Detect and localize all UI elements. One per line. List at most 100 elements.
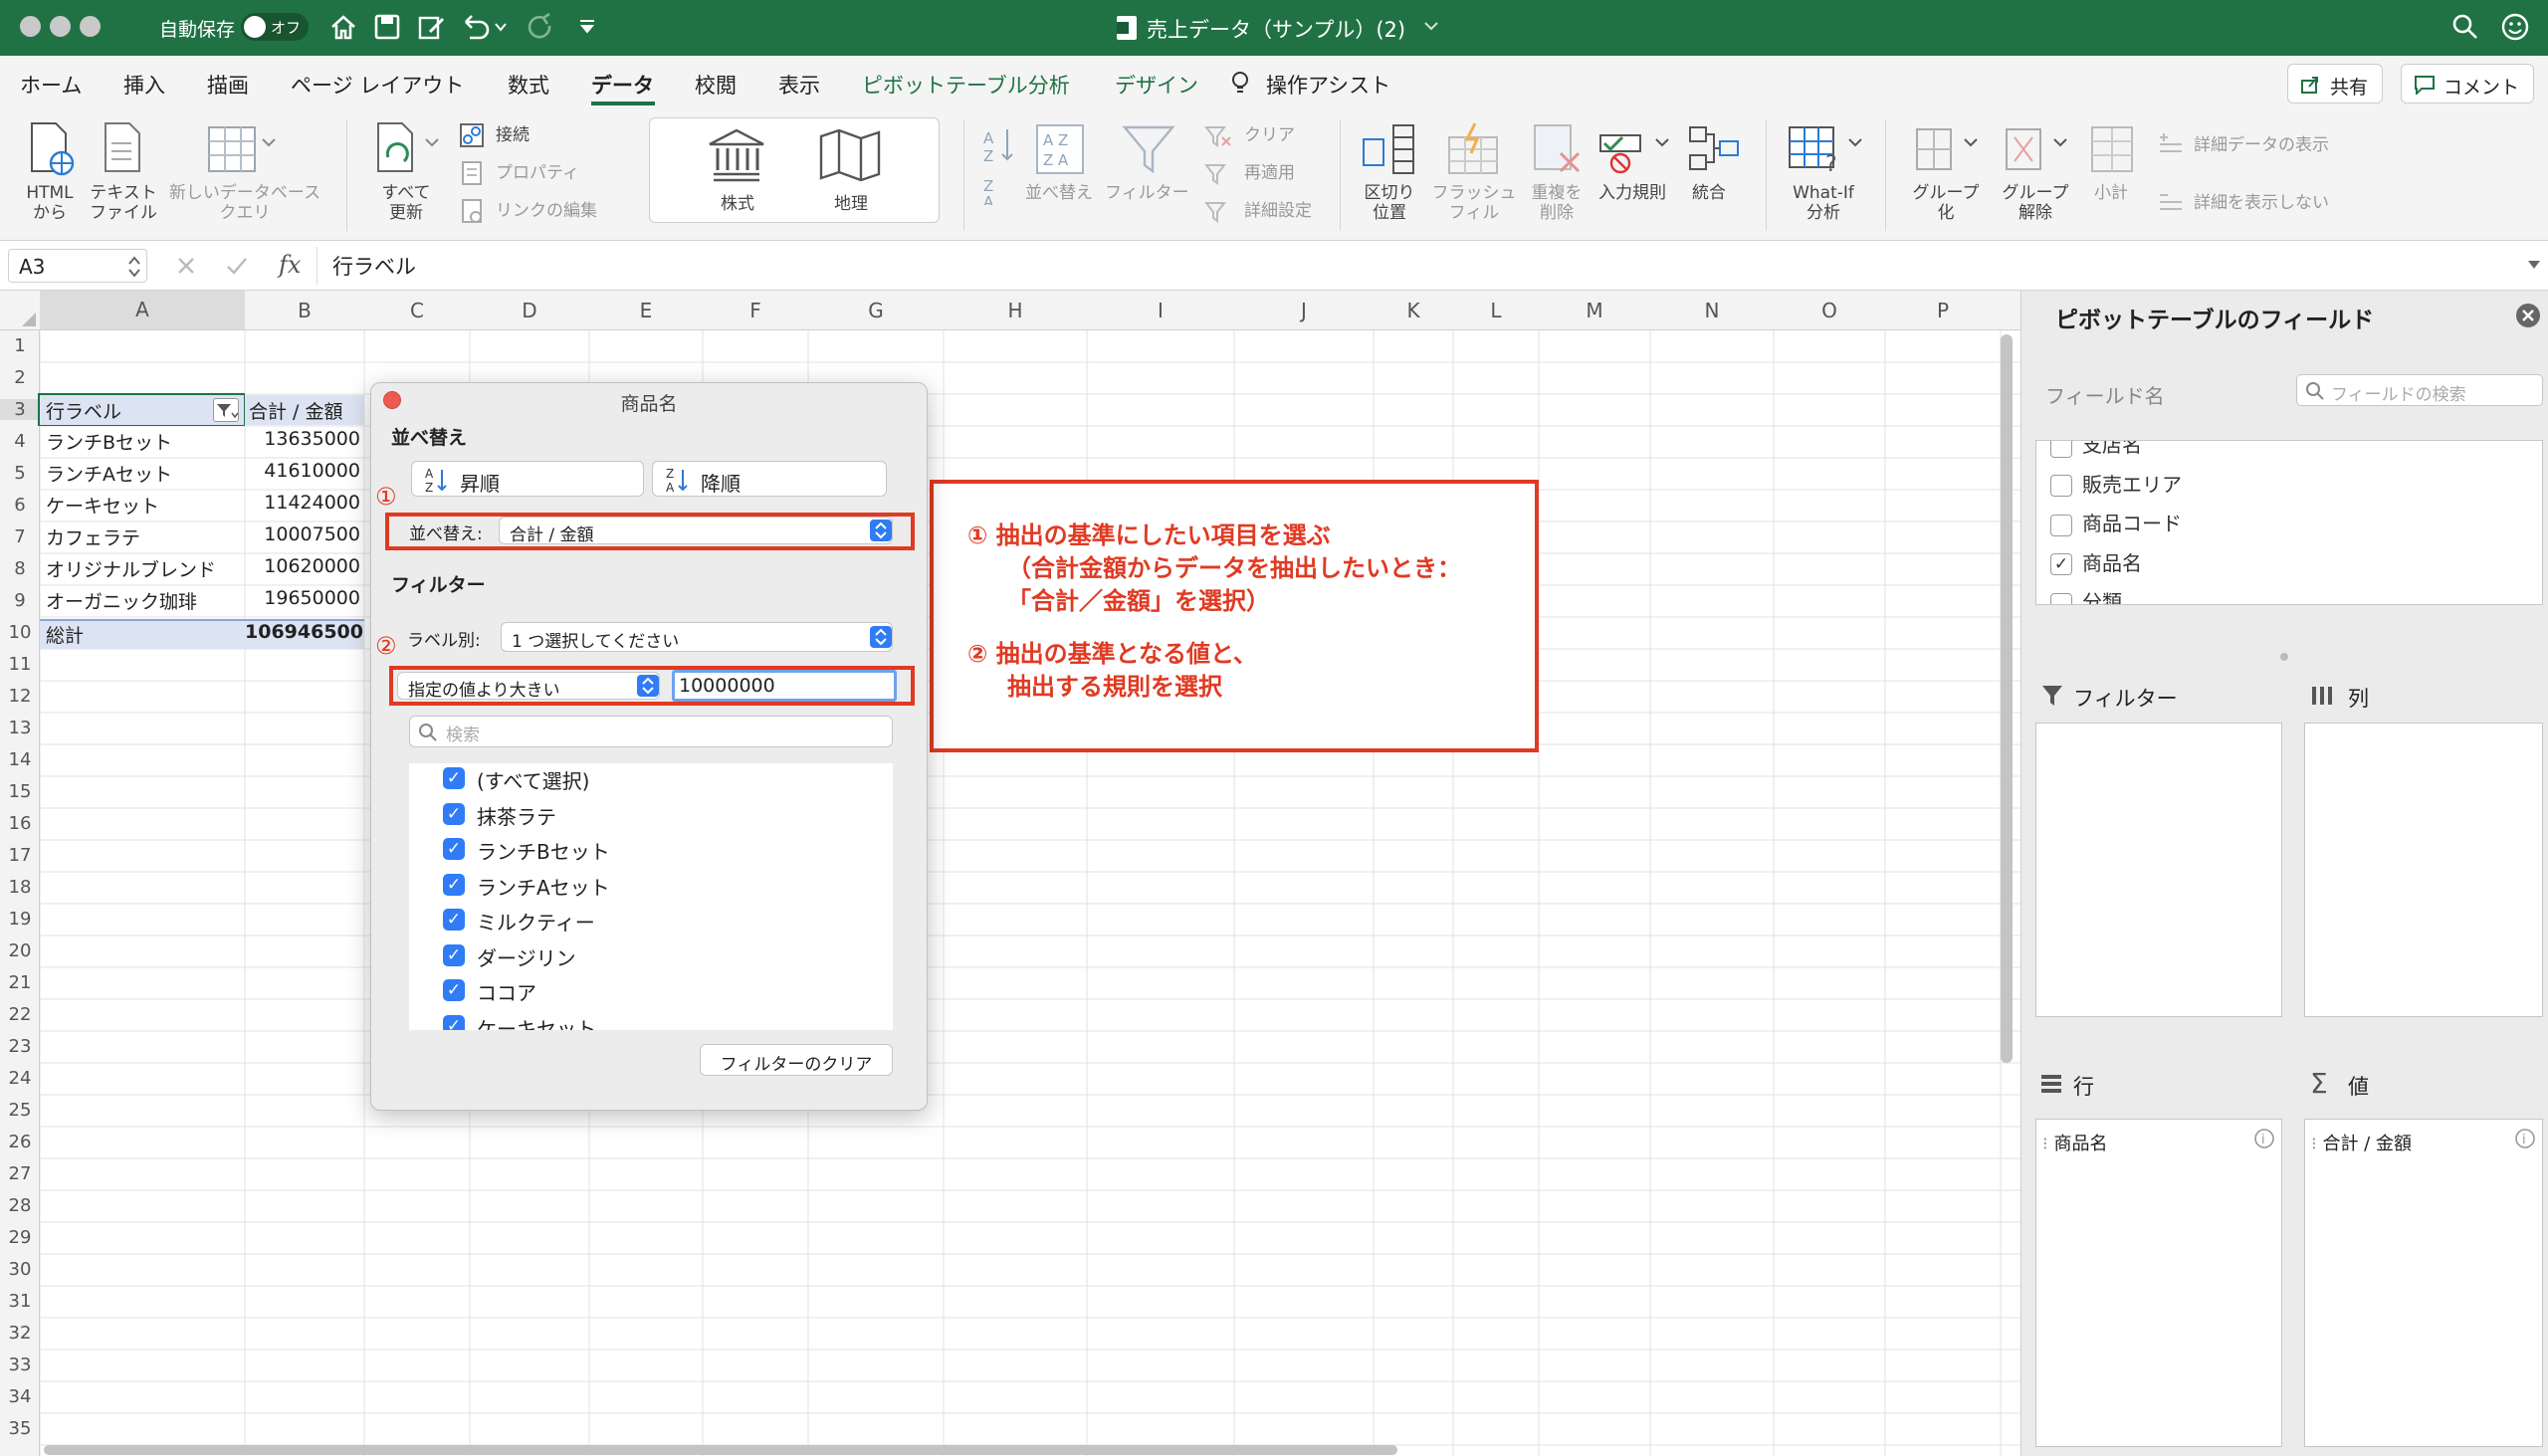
consolidate-label[interactable]: 統合 <box>1692 183 1726 203</box>
field-item[interactable]: 販売エリア <box>2050 469 2182 498</box>
smiley-feedback-icon[interactable] <box>2500 12 2530 42</box>
field-item[interactable]: 分類 <box>2050 586 2122 604</box>
redo-icon[interactable] <box>526 12 555 42</box>
pivot-row-label[interactable]: ランチBセット <box>46 428 172 455</box>
values-area-box[interactable]: ⁝ 合計 / 金額 i <box>2304 1119 2543 1447</box>
column-header-n[interactable]: N <box>1650 299 1774 322</box>
group-label[interactable]: グループ 化 <box>1903 183 1989 223</box>
pivot-row-value[interactable]: 10007500 <box>245 523 360 545</box>
text-file-icon[interactable] <box>100 121 145 177</box>
share-button[interactable]: 共有 <box>2287 64 2383 104</box>
subtotal-label[interactable]: 小計 <box>2094 183 2128 203</box>
row-header[interactable]: 13 <box>0 718 40 738</box>
checkbox-checked-icon[interactable]: ✓ <box>443 873 465 896</box>
pivot-total-label[interactable]: 総計 <box>46 621 84 648</box>
row-header[interactable]: 11 <box>0 654 40 675</box>
formula-content[interactable]: 行ラベル <box>332 251 416 281</box>
what-if-analysis-label[interactable]: What-If 分析 <box>1776 183 1871 223</box>
reapply-icon[interactable] <box>1204 161 1232 187</box>
geography-map-icon[interactable] <box>817 126 883 182</box>
name-box[interactable]: A3 <box>8 249 147 283</box>
tab-draw[interactable]: 描画 <box>207 70 249 100</box>
undo-icon[interactable] <box>460 12 508 42</box>
row-header[interactable]: 34 <box>0 1386 40 1407</box>
text-to-columns-icon[interactable] <box>1362 121 1417 177</box>
reapply-label[interactable]: 再適用 <box>1244 163 1295 183</box>
properties-icon[interactable] <box>458 159 486 187</box>
horizontal-scrollbar[interactable] <box>44 1445 1397 1455</box>
column-header-k[interactable]: K <box>1374 299 1453 322</box>
row-header[interactable]: 4 <box>0 431 40 452</box>
checkbox-icon[interactable] <box>2050 592 2072 604</box>
row-header[interactable]: 30 <box>0 1259 40 1280</box>
pivot-header-sum-amount[interactable]: 合計 / 金額 <box>249 397 342 424</box>
home-icon[interactable] <box>328 12 358 42</box>
stocks-bank-icon[interactable] <box>706 126 767 182</box>
minimize-window-button[interactable] <box>50 16 71 37</box>
edit-document-icon[interactable] <box>416 12 446 42</box>
pivot-total-value[interactable]: 106946500 <box>245 621 363 643</box>
row-header[interactable]: 28 <box>0 1195 40 1216</box>
vertical-scrollbar[interactable] <box>2001 334 2013 1063</box>
expand-formula-bar-icon[interactable] <box>2526 257 2542 273</box>
autosave-toggle[interactable]: オフ <box>241 13 309 41</box>
column-header-a[interactable]: A <box>40 291 245 329</box>
sort-label[interactable]: 並べ替え <box>1025 183 1093 203</box>
geography-label[interactable]: 地理 <box>829 194 873 214</box>
confirm-entry-icon[interactable] <box>225 255 249 277</box>
comments-button[interactable]: コメント <box>2401 64 2534 104</box>
field-item[interactable]: ✓ 商品名 <box>2050 547 2142 576</box>
row-header[interactable]: 17 <box>0 845 40 866</box>
row-header[interactable]: 32 <box>0 1323 40 1344</box>
pivot-header-row-labels[interactable]: 行ラベル <box>46 397 121 424</box>
column-header-j[interactable]: J <box>1234 299 1374 322</box>
refresh-all-label[interactable]: すべて 更新 <box>366 183 446 223</box>
pivot-row-value[interactable]: 13635000 <box>245 428 360 450</box>
row-header[interactable]: 9 <box>0 590 40 611</box>
tab-pivottable-analyze[interactable]: ピボットテーブル分析 <box>862 70 1070 100</box>
text-to-columns-label[interactable]: 区切り 位置 <box>1350 183 1429 223</box>
row-labels-filter-button[interactable] <box>213 398 239 422</box>
checkbox-icon[interactable] <box>2050 475 2072 497</box>
row-header[interactable]: 20 <box>0 940 40 961</box>
new-database-query-label[interactable]: 新しいデータベース クエリ <box>165 183 324 223</box>
pivot-row-value[interactable]: 19650000 <box>245 587 360 609</box>
flash-fill-icon[interactable] <box>1445 121 1501 177</box>
pivot-row-label[interactable]: カフェラテ <box>46 523 140 550</box>
column-header-e[interactable]: E <box>589 299 703 322</box>
filter-funnel-icon[interactable] <box>1121 121 1176 177</box>
column-header-o[interactable]: O <box>1774 299 1885 322</box>
tab-review[interactable]: 校閲 <box>695 70 737 100</box>
condition-value-input[interactable]: 10000000 <box>672 670 897 702</box>
column-header-l[interactable]: L <box>1453 299 1539 322</box>
ungroup-label[interactable]: グループ 解除 <box>1993 183 2078 223</box>
tab-view[interactable]: 表示 <box>778 70 820 100</box>
checkbox-checked-icon[interactable]: ✓ <box>443 943 465 966</box>
flash-fill-label[interactable]: フラッシュ フィル <box>1429 183 1519 223</box>
connections-label[interactable]: 接続 <box>496 125 530 145</box>
filter-area-box[interactable] <box>2035 723 2282 1017</box>
hide-detail-label[interactable]: 詳細を表示しない <box>2194 193 2329 213</box>
row-header[interactable]: 7 <box>0 526 40 547</box>
properties-label[interactable]: プロパティ <box>496 163 579 183</box>
row-header[interactable]: 12 <box>0 686 40 707</box>
row-header[interactable]: 3 <box>0 399 40 420</box>
select-all-corner[interactable] <box>20 311 38 328</box>
sort-dialog-icon[interactable]: A Z Z A <box>1031 121 1091 177</box>
tab-tell-me[interactable]: 操作アシスト <box>1266 70 1390 100</box>
checkbox-icon[interactable] <box>2050 441 2072 458</box>
column-header-h[interactable]: H <box>944 299 1087 322</box>
chevron-down-icon[interactable] <box>1423 20 1439 34</box>
tab-home[interactable]: ホーム <box>20 70 82 100</box>
sort-ascending-button[interactable]: AZ 昇順 <box>411 461 644 497</box>
filter-label[interactable]: フィルター <box>1105 183 1189 203</box>
column-header-g[interactable]: G <box>808 299 944 322</box>
item-search-input[interactable]: 検索 <box>409 716 893 747</box>
row-header[interactable]: 16 <box>0 813 40 834</box>
stocks-label[interactable]: 株式 <box>716 194 759 214</box>
rows-area-item[interactable]: ⁝ 商品名 <box>2042 1130 2107 1155</box>
consolidate-icon[interactable] <box>1686 121 1742 177</box>
field-item[interactable]: 支店名 <box>2050 441 2142 458</box>
column-header-d[interactable]: D <box>470 299 589 322</box>
insert-function-icon[interactable]: fx <box>279 251 301 279</box>
